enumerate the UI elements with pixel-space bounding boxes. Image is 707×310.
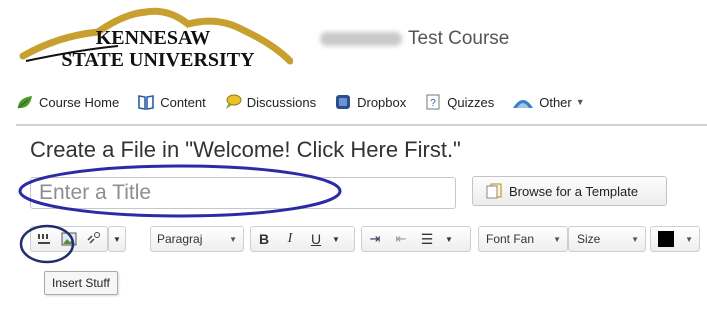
editor-toolbar: ▼ Paragraj ▼ B I U ▼ ⇥ ⇤ ☰ ▼ Font Fan ▼ … [30, 226, 707, 254]
nav-course-home[interactable]: Course Home [16, 94, 119, 110]
nav-discussions[interactable]: Discussions [224, 94, 316, 110]
chevron-down-icon[interactable]: ▼ [445, 235, 453, 244]
chevron-down-icon: ▼ [685, 234, 693, 244]
nav-label: Content [160, 94, 206, 110]
image-icon [61, 232, 77, 246]
book-icon [138, 95, 155, 110]
chat-bubble-icon [225, 94, 242, 109]
dropbox-icon [336, 95, 351, 109]
globe-icon [513, 100, 534, 108]
insert-stuff-button[interactable] [31, 227, 57, 251]
logo-line2: STATE UNIVERSITY [61, 49, 255, 71]
course-title-text: Test Course [408, 28, 510, 49]
quiz-icon: ? [426, 94, 440, 110]
bold-button[interactable]: B [251, 231, 277, 247]
logo-line1: KENNESAW [96, 27, 210, 49]
nav-label: Discussions [246, 94, 317, 110]
underline-button[interactable]: U [303, 231, 329, 247]
template-icon [486, 183, 502, 199]
nav-content[interactable]: Content [137, 94, 206, 110]
nav-quizzes[interactable]: ? Quizzes [424, 94, 494, 110]
insert-stuff-icon [38, 234, 50, 244]
browse-template-button[interactable]: Browse for a Template [472, 176, 667, 206]
nav-dropbox[interactable]: Dropbox [334, 94, 406, 110]
bullet-list-icon[interactable]: ☰ [414, 231, 440, 248]
chevron-down-icon: ▼ [553, 234, 561, 244]
paragraph-format-select[interactable]: Paragraj ▼ [150, 226, 244, 252]
nav-label: Quizzes [447, 94, 495, 110]
chevron-down-icon: ▼ [575, 97, 585, 107]
chevron-down-icon: ▼ [229, 234, 237, 244]
indent-icon[interactable]: ⇥ [362, 231, 388, 247]
nav-other[interactable]: Other ▼ [512, 94, 585, 110]
chevron-down-icon: ▼ [631, 234, 639, 244]
insert-stuff-tooltip: Insert Stuff [44, 271, 118, 295]
nav-label: Course Home [39, 94, 120, 110]
text-color-swatch [658, 231, 674, 247]
page-title: Create a File in "Welcome! Click Here Fi… [30, 137, 461, 162]
course-navbar: Course Home Content Discussions Dropbox … [0, 86, 707, 118]
chevron-down-icon[interactable]: ▼ [332, 235, 340, 244]
font-family-label: Font Fan [486, 232, 535, 246]
nav-label: Other [539, 94, 572, 110]
font-size-select[interactable]: Size ▼ [568, 226, 646, 252]
outdent-icon[interactable]: ⇤ [388, 231, 414, 247]
paragraph-format-label: Paragraj [157, 232, 203, 246]
insert-tools-group [30, 226, 108, 252]
chevron-down-icon: ▼ [113, 234, 121, 244]
link-icon [87, 232, 100, 244]
text-color-picker[interactable]: ▼ [650, 226, 700, 252]
browse-template-label: Browse for a Template [509, 183, 639, 199]
leaf-icon [17, 96, 32, 109]
svg-text:?: ? [430, 98, 436, 109]
nav-label: Dropbox [357, 94, 407, 110]
course-title: Test Course [320, 28, 509, 50]
redacted-course-code [320, 32, 402, 46]
paragraph-tools-group: ⇥ ⇤ ☰ ▼ [361, 226, 471, 252]
insert-link-button[interactable] [81, 227, 105, 251]
divider [16, 124, 707, 126]
ksu-logo[interactable]: KENNESAW STATE UNIVERSITY [18, 6, 293, 76]
insert-image-button[interactable] [57, 227, 81, 251]
header: KENNESAW STATE UNIVERSITY Test Course [0, 0, 707, 84]
insert-menu-dropdown[interactable]: ▼ [108, 226, 126, 252]
font-family-select[interactable]: Font Fan ▼ [478, 226, 568, 252]
font-size-label: Size [577, 232, 601, 246]
title-input[interactable] [30, 177, 456, 209]
text-style-group: B I U ▼ [250, 226, 355, 252]
italic-button[interactable]: I [277, 231, 303, 247]
